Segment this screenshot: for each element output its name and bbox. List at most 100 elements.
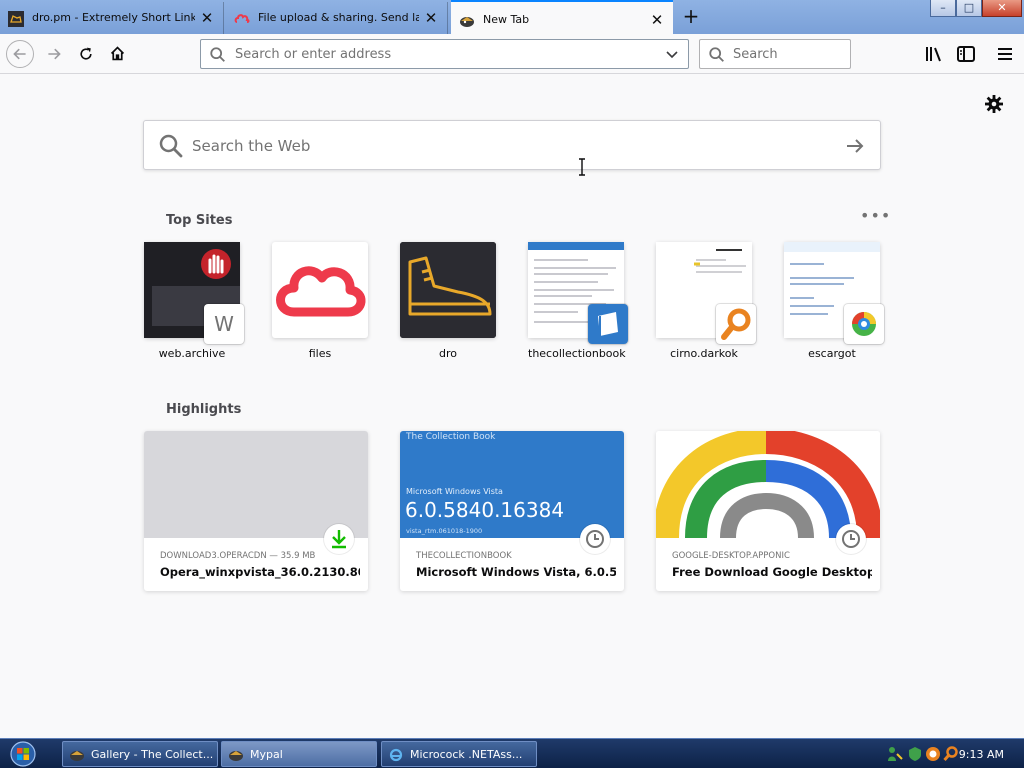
system-tray: 9:13 AM [880,741,1020,767]
tab-label: New Tab [483,13,530,26]
site-title: dro [439,347,457,360]
highlight-card-opera[interactable]: DOWNLOAD3.OPERACDN — 35.9 MB Opera_winxp… [144,431,368,591]
site-thumbnail [528,242,628,344]
forward-button[interactable] [40,40,68,68]
start-button-icon[interactable] [8,740,38,768]
home-icon [110,46,124,61]
taskbar-item-microcock[interactable]: Microcock .NETAss... [381,741,537,767]
web-search-box[interactable] [143,120,881,170]
escargot-logo-icon [852,312,876,336]
highlight-card-google-desktop[interactable]: GOOGLE-DESKTOP.APPONIC Free Download Goo… [656,431,880,591]
card-preview [144,431,368,538]
top-site-dro[interactable]: dro [400,242,496,360]
back-button[interactable] [6,40,34,68]
maximize-button[interactable]: □ [956,0,982,17]
close-tab-icon[interactable]: ✕ [649,12,665,28]
library-icon[interactable] [924,44,944,64]
google-desktop-logo-preview [656,431,880,539]
minimize-button[interactable]: – [930,0,956,17]
chevron-down-icon[interactable] [664,46,680,62]
taskbar-item-label: Mypal [250,748,283,761]
top-site-thecollectionbook[interactable]: thecollectionbook [528,242,628,360]
web-search-input[interactable] [190,133,810,159]
close-tab-icon[interactable]: ✕ [199,10,215,26]
top-site-web-archive[interactable]: W web.archive [144,242,244,360]
book-icon [598,312,618,336]
search-tray-icon[interactable] [942,745,960,763]
card-title: Microsoft Windows Vista, 6.0.58... [416,565,616,579]
highlight-card-vista[interactable]: The Collection Book Microsoft Windows Vi… [400,431,624,591]
back-arrow-icon [13,48,26,60]
address-bar[interactable] [200,39,689,69]
card-source: GOOGLE-DESKTOP.APPONIC [672,551,790,561]
dro-favicon-icon [8,11,24,27]
preview-build: vista_rtm.061018-1900 [406,527,483,535]
tab-file-upload[interactable]: File upload & sharing. Send lar ✕ [226,2,448,34]
site-badge: W [204,304,244,344]
taskbar-item-label: Microcock .NETAss... [410,748,523,761]
gear-icon[interactable] [984,94,1004,114]
close-tab-icon[interactable]: ✕ [423,10,439,26]
search-icon [709,47,724,62]
more-options-icon[interactable]: ••• [860,208,890,226]
clock-icon [580,524,610,554]
internet-explorer-icon [389,748,403,762]
security-shield-icon[interactable] [906,745,924,763]
preview-os-name: Microsoft Windows Vista [406,487,503,496]
card-title: Free Download Google Desktop [672,565,872,579]
magnifier-orange-icon [721,308,751,340]
preview-version: 6.0.5840.16384 [405,498,565,522]
wikipedia-w-icon: W [214,312,234,336]
arrow-right-icon[interactable] [844,135,866,157]
address-input[interactable] [233,44,653,64]
card-source: THECOLLECTIONBOOK [416,551,512,561]
site-title: thecollectionbook [528,347,626,360]
top-site-files[interactable]: files [272,242,368,360]
site-badge [716,304,756,344]
site-thumbnail [400,242,496,338]
clock[interactable]: 9:13 AM [959,748,1004,761]
update-icon[interactable] [924,745,942,763]
mypal-favicon-icon [460,17,474,27]
home-button[interactable] [103,40,131,68]
taskbar-item-label: Gallery - The Collect... [91,748,213,761]
network-icon[interactable] [886,745,904,763]
taskbar-item-mypal[interactable]: Mypal [221,741,377,767]
top-site-cirno-darkok[interactable]: cirno.darkok [656,242,756,360]
search-bar[interactable] [699,39,851,69]
site-badge [844,304,884,344]
boot-logo-icon [400,242,496,338]
highlights-heading: Highlights [166,402,242,417]
site-badge [588,304,628,344]
tab-label: File upload & sharing. Send lar [258,11,419,24]
preview-header: The Collection Book [406,432,496,442]
site-thumbnail [272,242,368,338]
reload-button[interactable] [72,40,100,68]
reload-icon [80,47,92,60]
card-preview [656,431,880,539]
close-window-button[interactable]: ✕ [982,0,1022,17]
site-thumbnail: W [144,242,244,344]
site-thumbnail [656,242,756,344]
tab-dro-pm[interactable]: dro.pm - Extremely Short Links ✕ [0,2,224,34]
search-icon [159,134,183,158]
card-preview: The Collection Book Microsoft Windows Vi… [400,431,624,538]
tab-label: dro.pm - Extremely Short Links [32,11,195,24]
sidebar-icon[interactable] [956,44,976,64]
mypal-app-icon [229,751,243,761]
forward-arrow-icon [48,48,61,60]
taskbar-item-gallery[interactable]: Gallery - The Collect... [62,741,218,767]
top-site-escargot[interactable]: escargot [784,242,884,360]
text-cursor-icon [579,158,585,176]
navigation-toolbar [0,34,1024,74]
site-title: web.archive [158,347,226,360]
hamburger-menu-icon[interactable] [995,44,1015,64]
mypal-app-icon [70,751,84,761]
search-input[interactable] [731,44,841,64]
tab-strip: dro.pm - Extremely Short Links ✕ File up… [0,0,1024,34]
tab-new-tab[interactable]: New Tab ✕ [451,0,673,34]
site-thumbnail [784,242,884,344]
taskbar: Gallery - The Collect... Mypal Microcock… [0,738,1024,768]
site-title: files [308,347,332,360]
new-tab-button[interactable]: + [680,6,702,28]
